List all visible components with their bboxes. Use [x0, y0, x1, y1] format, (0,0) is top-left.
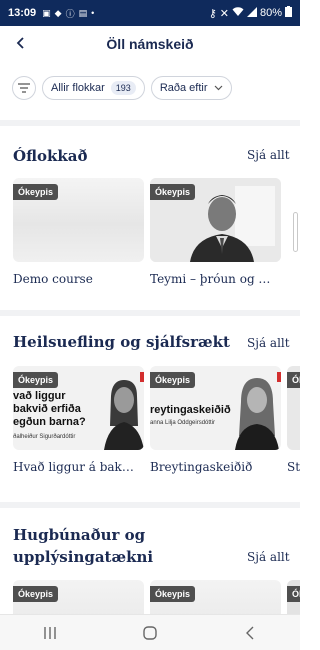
course-card[interactable]: vað liggur bakvið erfiða egðun barna? ða… [13, 366, 144, 474]
recents-icon[interactable] [35, 621, 65, 645]
course-thumbnail: Ók [287, 580, 300, 614]
course-title: Breytingaskeiðið [150, 460, 253, 474]
free-badge: Ókeypis [150, 586, 196, 602]
sort-dropdown[interactable]: Raða eftir [150, 76, 232, 100]
back-arrow-icon[interactable] [10, 32, 32, 54]
system-nav-bar [0, 614, 300, 650]
thumbnail-text: vað liggur bakvið erfiða egðun barna? [13, 390, 86, 428]
category-filter-label: Allir flokkar [51, 82, 105, 94]
page-title: Öll námskeið [106, 36, 194, 52]
app-bar: Öll námskeið [0, 26, 300, 62]
person-photo [104, 380, 144, 450]
course-thumbnail: Ókeypis [150, 580, 281, 614]
person-photo [235, 378, 279, 450]
course-card[interactable]: Ók St [287, 366, 300, 474]
android-icon: ◆ [54, 7, 62, 18]
battery-icon [285, 6, 292, 20]
course-thumbnail: vað liggur bakvið erfiða egðun barna? ða… [13, 366, 144, 450]
thumbnail-author: ðalheiður Sigurðardóttir [13, 434, 76, 440]
scrollbar[interactable] [293, 212, 298, 252]
thumbnail-text: reytingaskeiðið [150, 404, 231, 416]
signal-icon [246, 6, 257, 20]
calendar-icon: ▤ [78, 7, 88, 18]
dot-icon: • [91, 8, 95, 18]
status-time: 13:09 [8, 7, 37, 19]
free-badge: Ókeypis [150, 184, 196, 200]
thumbnail-author: anna Lilja Oddgeirsdóttir [150, 420, 216, 426]
course-card[interactable]: Ók [287, 580, 300, 614]
course-card[interactable]: Ókeypis Demo course [13, 178, 144, 286]
photo-icon: ▣ [42, 7, 51, 18]
course-title: St [287, 460, 300, 474]
course-card[interactable]: Ókeypis [13, 580, 144, 614]
home-icon[interactable] [135, 621, 165, 645]
free-badge: Ókeypis [13, 184, 59, 200]
free-badge: Ókeypis [13, 586, 59, 602]
see-all-link[interactable]: Sjá allt [247, 148, 290, 162]
section-title: Hugbúnaður og upplýsingatækni [13, 526, 154, 566]
course-title: Demo course [13, 272, 93, 286]
red-marker [277, 372, 281, 382]
filter-icon[interactable] [12, 76, 36, 100]
chevron-down-icon [214, 82, 223, 94]
see-all-link[interactable]: Sjá allt [247, 550, 290, 564]
status-bar: 13:09 ▣ ◆ ⓘ ▤ • ⚷ ✕ 80% [0, 0, 300, 26]
section-health: Heilsuefling og sjálfsrækt Sjá allt vað … [0, 316, 300, 496]
free-badge: Ók [287, 372, 300, 388]
section-software: Hugbúnaður og upplýsingatækni Sjá allt Ó… [0, 508, 300, 614]
mute-icon: ✕ [219, 7, 229, 20]
course-thumbnail: Ók [287, 366, 300, 450]
course-list[interactable]: Allir flokkar 193 Raða eftir Óflokkað Sj… [0, 62, 300, 614]
course-card[interactable]: Ókeypis Teymi – þróun og … [150, 178, 281, 286]
key-icon: ⚷ [208, 7, 217, 20]
course-card[interactable]: Ókeypis [150, 580, 281, 614]
course-title: Hvað liggur á bak… [13, 460, 134, 474]
battery-text: 80% [259, 7, 282, 19]
wifi-icon [232, 6, 244, 20]
section-title: Heilsuefling og sjálfsrækt [13, 333, 230, 351]
course-thumbnail: Ókeypis [13, 580, 144, 614]
free-badge: Ókeypis [13, 372, 59, 388]
course-title: Teymi – þróun og … [150, 272, 271, 286]
info-icon: ⓘ [65, 8, 75, 19]
section-uncategorized: Óflokkað Sjá allt Ókeypis Demo course Ók… [0, 126, 300, 306]
course-thumbnail: Ókeypis [150, 178, 281, 262]
free-badge: Ókeypis [150, 372, 196, 388]
course-thumbnail: Ókeypis [13, 178, 144, 262]
see-all-link[interactable]: Sjá allt [247, 336, 290, 350]
course-card[interactable]: reytingaskeiðið anna Lilja Oddgeirsdótti… [150, 366, 281, 474]
filter-bar: Allir flokkar 193 Raða eftir [12, 76, 232, 100]
red-marker [140, 372, 144, 382]
course-thumbnail: reytingaskeiðið anna Lilja Oddgeirsdótti… [150, 366, 281, 450]
category-filter-chip[interactable]: Allir flokkar 193 [42, 76, 145, 100]
section-title: Óflokkað [13, 147, 88, 165]
free-badge: Ók [287, 586, 300, 602]
nav-back-icon[interactable] [235, 621, 265, 645]
category-count-badge: 193 [110, 81, 136, 95]
sort-label: Raða eftir [159, 82, 208, 94]
status-right: ⚷ ✕ 80% [209, 6, 292, 20]
